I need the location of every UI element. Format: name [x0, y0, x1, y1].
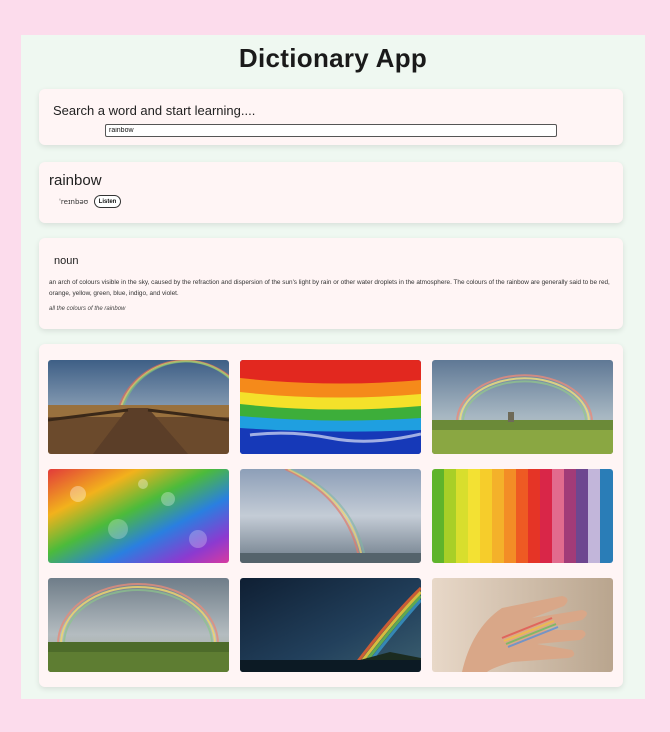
- gallery-image-meadow[interactable]: [48, 578, 229, 672]
- definition-text: an arch of colours visible in the sky, c…: [49, 279, 610, 297]
- gallery-image-dark-sea[interactable]: [240, 578, 421, 672]
- search-input[interactable]: [105, 124, 557, 137]
- gallery-image-glitter[interactable]: [48, 469, 229, 563]
- image-gallery: [39, 344, 623, 687]
- gallery-image-boardwalk[interactable]: [48, 360, 229, 454]
- gallery-image-strips[interactable]: [432, 469, 613, 563]
- gallery-image-grey-sky[interactable]: [240, 469, 421, 563]
- word-title: rainbow: [49, 172, 102, 189]
- gallery-image-hand[interactable]: [432, 578, 613, 672]
- search-heading: Search a word and start learning....: [53, 103, 256, 118]
- gallery-image-paint[interactable]: [240, 360, 421, 454]
- app-container: Dictionary App Search a word and start l…: [21, 35, 645, 699]
- word-card: rainbow ˈreɪnbəʊ Listen: [39, 162, 623, 223]
- part-of-speech: noun: [54, 255, 79, 267]
- definition-card: noun an arch of colours visible in the s…: [39, 238, 623, 329]
- example-text: all the colours of the rainbow: [49, 306, 126, 312]
- search-card: Search a word and start learning....: [39, 89, 623, 145]
- listen-button[interactable]: Listen: [94, 195, 121, 208]
- app-title: Dictionary App: [238, 43, 428, 73]
- gallery-image-field[interactable]: [432, 360, 613, 454]
- phonetic-text: ˈreɪnbəʊ: [59, 198, 89, 206]
